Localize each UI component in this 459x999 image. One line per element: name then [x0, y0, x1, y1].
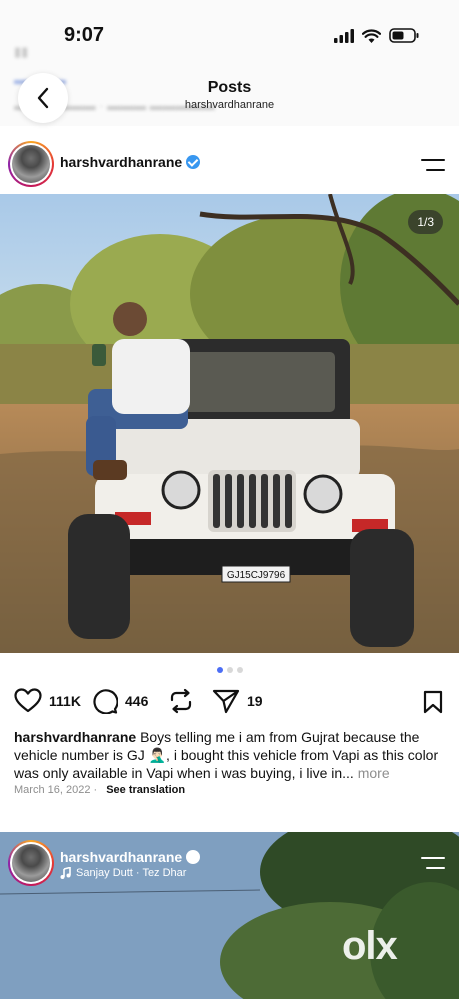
menu-icon[interactable] — [421, 158, 445, 172]
avatar[interactable] — [8, 141, 54, 187]
status-bar: 9:07 ▮▮ — [0, 0, 459, 62]
status-time: 9:07 — [64, 24, 105, 46]
menu-icon[interactable] — [421, 856, 445, 870]
like-count[interactable]: 111K — [49, 693, 81, 709]
like-button[interactable]: 111K — [14, 688, 81, 713]
repost-icon — [170, 688, 192, 714]
page-title: Posts — [207, 79, 252, 96]
heart-icon — [14, 688, 42, 713]
carousel-dot — [216, 667, 223, 673]
save-button[interactable] — [423, 690, 443, 719]
carousel-dot — [236, 667, 243, 673]
blurred-background-text: ▮▮ — [14, 44, 29, 59]
music-label: Sanjay Dutt · Tez Dhar — [76, 867, 187, 879]
post-actions: 111K 446 19 — [0, 686, 459, 718]
page-subtitle: harshvardhanrane — [184, 99, 275, 111]
next-post-avatar[interactable] — [8, 840, 54, 886]
avatar-image — [12, 844, 50, 882]
share-count[interactable]: 19 — [247, 693, 263, 709]
post-caption: harshvardhanrane Boys telling me i am fr… — [14, 728, 446, 782]
next-post-username[interactable]: harshvardhanrane — [60, 849, 182, 865]
caption-more-link[interactable]: more — [358, 765, 390, 781]
comment-button[interactable]: 446 — [92, 688, 148, 714]
status-icons — [334, 28, 419, 43]
page-header: ▬▬▬▬ ▬▬ ▬▬▬▬ · ▬▬▬ ▬▬▬▬▬ Posts harshvard… — [0, 62, 459, 126]
watermark-logo: olx — [342, 924, 398, 968]
comment-count[interactable]: 446 — [125, 693, 148, 709]
image-counter: 1/3 — [408, 210, 443, 234]
music-info[interactable]: Sanjay Dutt · Tez Dhar — [60, 867, 186, 879]
post-username[interactable]: harshvardhanrane — [60, 154, 182, 170]
post-header: harshvardhanrane — [0, 134, 459, 194]
avatar-image — [12, 145, 50, 183]
caption-username[interactable]: harshvardhanrane — [14, 729, 136, 745]
battery-icon — [389, 28, 419, 43]
carousel-indicator — [0, 667, 459, 673]
signal-icon — [334, 28, 354, 43]
bookmark-icon — [423, 690, 443, 714]
next-post[interactable]: harshvardhanrane Sanjay Dutt · Tez Dhar … — [0, 832, 459, 999]
see-translation-link[interactable]: See translation — [106, 784, 185, 796]
post-meta: March 16, 2022 · See translation — [14, 784, 186, 796]
license-plate: GJ15CJ9796 — [227, 570, 286, 581]
post-username-row[interactable]: harshvardhanrane — [60, 154, 201, 170]
send-icon — [212, 689, 240, 714]
next-post-username-row[interactable]: harshvardhanrane — [60, 849, 201, 865]
jeep-photo: GJ15CJ9796 — [0, 194, 459, 653]
verified-badge-icon — [186, 155, 201, 169]
carousel-dot — [226, 667, 233, 673]
wifi-icon — [362, 28, 381, 43]
share-button[interactable]: 19 — [212, 688, 263, 714]
comment-icon — [93, 689, 118, 714]
verified-badge-icon — [186, 850, 201, 864]
music-note-icon — [60, 867, 71, 879]
post-image[interactable]: GJ15CJ9796 1/3 — [0, 194, 459, 653]
repost-button[interactable] — [168, 688, 194, 714]
post-date: March 16, 2022 — [14, 784, 91, 796]
